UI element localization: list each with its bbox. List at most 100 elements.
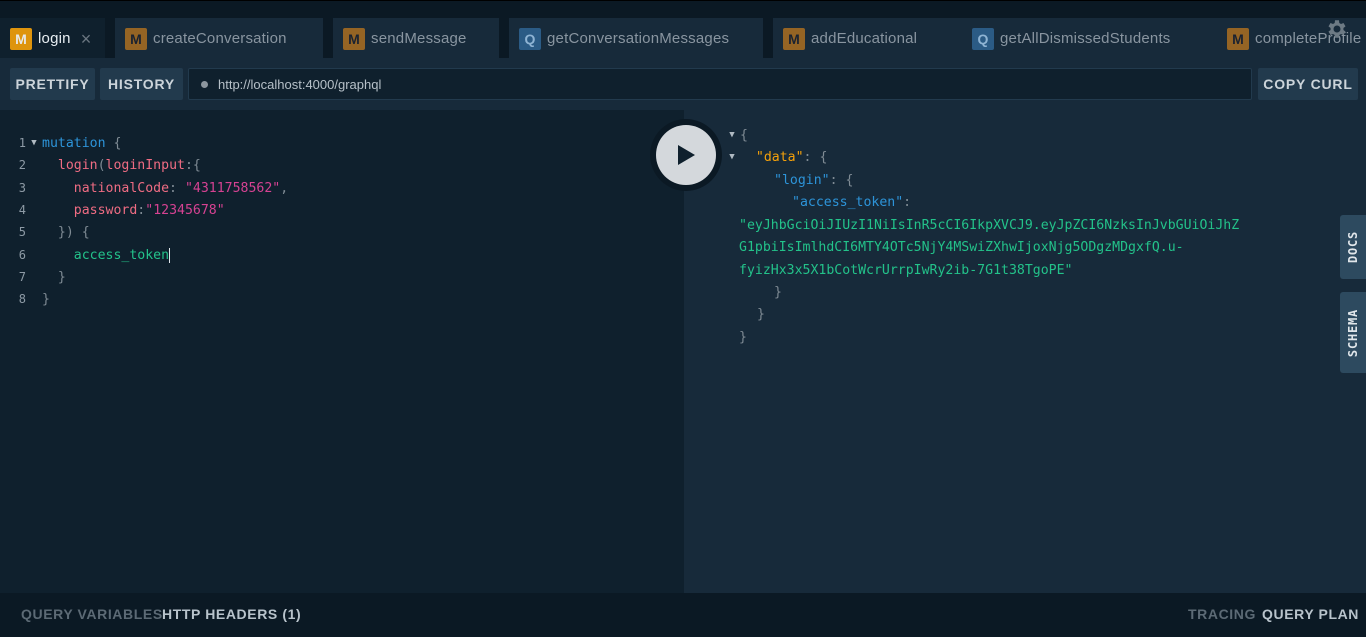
query-editor[interactable]: 1 ▼ mutation { 2 login(loginInput:{ 3 na… [0,110,684,593]
result-pane[interactable]: ▼{ ▼ "data": { "login": { "access_token"… [684,110,1366,593]
schema-tab[interactable]: SCHEMA [1340,292,1366,373]
play-icon [678,145,695,165]
result-line: } [739,326,747,348]
result-line: } [757,303,765,325]
punctuation: , [280,180,289,196]
query-plan-tab[interactable]: QUERY PLAN [1262,606,1359,622]
history-button[interactable]: HISTORY [100,68,183,100]
tab-sendMessage[interactable]: M sendMessage [333,18,499,58]
tab-addEducational[interactable]: M addEducational [773,18,962,58]
tab-bar: M login × M createConversation M sendMes… [0,0,1366,58]
tab-createConversation[interactable]: M createConversation [115,18,323,58]
token-value: G1pbiIsImlhdCI6MTY4OTc5NjY4MSwiZXhwIjoxN… [739,239,1184,255]
result-line: ▼{ [724,124,748,146]
tab-label: sendMessage [371,30,467,47]
bottom-bar: QUERY VARIABLES HTTP HEADERS (1) TRACING… [0,593,1366,637]
brace: { [740,127,748,143]
argument-key: password [73,202,138,218]
brace: } [42,291,50,307]
tab-getConversationMessages[interactable]: Q getConversationMessages [509,18,763,58]
brace: } [739,329,747,345]
result-key: "login" [774,172,830,188]
prettify-button[interactable]: PRETTIFY [10,68,95,100]
tab-login[interactable]: M login × [0,18,105,58]
schema-label: SCHEMA [1346,308,1360,357]
result-key: "data" [755,149,804,165]
result-line: "access_token": [792,191,911,213]
code-line: 8 } [0,288,50,310]
code-line: 6 access_token [0,244,171,266]
close-icon[interactable]: × [81,30,92,48]
endpoint-url-input[interactable]: http://localhost:4000/graphql [188,68,1252,100]
paren: ( [97,157,106,173]
code-line: 3 nationalCode: "4311758562", [0,177,288,199]
punctuation: : [169,180,177,196]
code-line: 4 password: "12345678" [0,199,225,221]
mutation-badge: M [125,27,147,50]
fold-arrow-icon[interactable]: ▼ [724,130,740,140]
line-number: 4 [18,203,26,217]
line-number: 8 [18,292,26,306]
brace: { [113,135,122,151]
punctuation: : [903,194,912,210]
code-line: 5 }) { [0,221,90,243]
line-number: 2 [18,158,26,172]
line-number: 1 [18,136,26,150]
result-line: ▼ "data": { [724,146,827,168]
query-badge: Q [972,27,994,50]
argument-key: nationalCode [73,180,170,196]
brace: } [57,269,66,285]
token-value: fyizHx3x5X1bCotWcrUrrpIwRy2ib-7G1t38TgoP… [739,262,1073,278]
brace: { [81,224,90,240]
token-value: "eyJhbGciOiJIUzI1NiIsInR5cCI6IkpXVCJ9.ey… [739,217,1240,233]
text-cursor [169,247,171,263]
status-dot-icon [201,80,208,88]
selection-field: access_token [73,247,170,263]
run-button-face [656,125,716,185]
copy-curl-button[interactable]: COPY CURL [1258,68,1358,100]
argument-name: loginInput [105,157,185,173]
run-query-button[interactable] [650,119,722,191]
tab-label: login [38,30,71,47]
brace: { [819,149,828,165]
code-line: 7 } [0,266,66,288]
punctuation: : [803,149,812,165]
punctuation: : [137,202,146,218]
string-value: "4311758562" [184,180,281,196]
mutation-badge: M [10,27,32,50]
line-number: 6 [18,248,26,262]
result-line: "login": { [774,169,853,191]
endpoint-url: http://localhost:4000/graphql [218,76,382,92]
docs-label: DOCS [1346,230,1361,264]
punctuation: }) [57,224,74,240]
result-line: fyizHx3x5X1bCotWcrUrrpIwRy2ib-7G1t38TgoP… [739,259,1072,281]
brace: } [757,306,765,322]
result-key: "access_token" [792,194,904,210]
tracing-tab[interactable]: TRACING [1188,606,1256,622]
tab-getAllDismissedStudents[interactable]: Q getAllDismissedStudents [962,18,1217,58]
tab-label: getAllDismissedStudents [1000,30,1171,47]
line-number: 5 [18,225,26,239]
result-line: "eyJhbGciOiJIUzI1NiIsInR5cCI6IkpXVCJ9.ey… [739,214,1239,236]
result-line: } [774,281,782,303]
mutation-badge: M [783,27,805,50]
punctuation: : [829,172,838,188]
code-line: 2 login(loginInput:{ [0,154,201,176]
line-number: 3 [18,181,26,195]
query-variables-tab[interactable]: QUERY VARIABLES [21,606,163,622]
tab-label: getConversationMessages [547,30,730,47]
punctuation: :{ [184,157,201,173]
string-value: "12345678" [145,202,225,218]
fold-arrow-icon[interactable]: ▼ [724,152,740,162]
code-line: 1 ▼ mutation { [0,132,122,154]
brace: { [845,172,854,188]
tab-label: createConversation [153,30,287,47]
result-line: G1pbiIsImlhdCI6MTY4OTc5NjY4MSwiZXhwIjoxN… [739,236,1184,258]
mutation-badge: M [343,27,365,50]
docs-tab[interactable]: DOCS [1340,215,1366,279]
http-headers-tab[interactable]: HTTP HEADERS (1) [162,606,301,622]
mutation-badge: M [1227,27,1249,50]
gear-icon[interactable] [1324,17,1348,41]
field-name: login [57,157,98,173]
fold-arrow-icon[interactable]: ▼ [26,138,42,148]
